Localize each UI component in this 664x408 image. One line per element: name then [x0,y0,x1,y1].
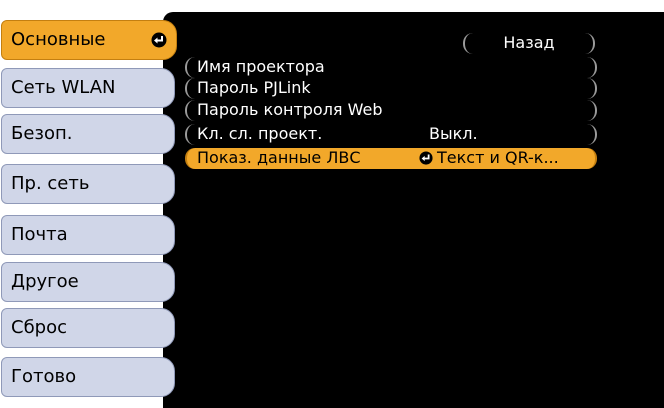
sidebar-item-security[interactable]: Безоп. [1,114,175,154]
sidebar-item-label: Сброс [11,317,68,338]
menu-row-projector-keyword[interactable]: Кл. сл. проект. Выкл. [185,124,597,145]
menu-row-projector-name[interactable]: Имя проектора [185,57,597,78]
menu-row-label: Пароль контроля Web [197,100,383,119]
projector-network-menu: Основные Сеть WLAN Безоп. Пр. сеть Почта… [0,0,664,408]
sidebar-item-label: Готово [11,366,77,387]
sidebar-item-done[interactable]: Готово [1,357,175,397]
menu-row-pjlink-password[interactable]: Пароль PJLink [185,78,597,99]
sidebar-item-other[interactable]: Другое [1,262,175,302]
sidebar-item-mail[interactable]: Почта [1,215,175,255]
sidebar-item-label: Почта [11,224,68,245]
menu-row-label: Показ. данные ЛВС [197,148,361,167]
sidebar-item-basic[interactable]: Основные [1,20,177,60]
menu-row-value: Выкл. [429,124,478,143]
sidebar-item-wired-network[interactable]: Пр. сеть [1,164,175,204]
menu-row-display-lan-info[interactable]: Показ. данные ЛВС Текст и QR-к... [185,148,597,169]
back-button[interactable]: Назад [463,33,595,54]
enter-icon [151,32,167,48]
menu-row-label: Пароль PJLink [197,78,311,97]
menu-row-value: Текст и QR-к... [437,148,559,167]
sidebar-item-label: Основные [11,29,106,50]
enter-icon [419,151,433,165]
menu-row-label: Кл. сл. проект. [197,124,323,143]
sidebar-item-label: Безоп. [11,123,73,144]
sidebar-item-label: Другое [11,271,79,292]
sidebar-item-label: Сеть WLAN [11,77,116,98]
sidebar-item-label: Пр. сеть [11,173,90,194]
sidebar-item-wlan[interactable]: Сеть WLAN [1,68,175,108]
sidebar-item-reset[interactable]: Сброс [1,308,175,348]
menu-row-label: Имя проектора [197,57,325,76]
menu-row-web-control-password[interactable]: Пароль контроля Web [185,100,597,121]
